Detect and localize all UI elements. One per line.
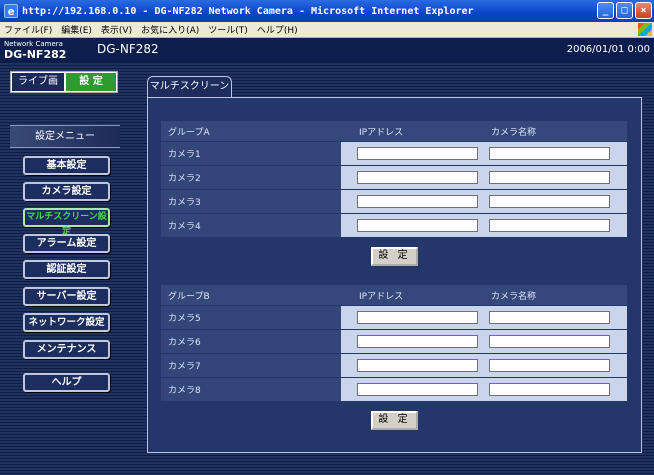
group-b-set-button[interactable]: 設 定 — [371, 411, 418, 430]
ip-address-input[interactable] — [357, 219, 478, 232]
camera-header: Network Camera DG-NF282 DG-NF282 2006/01… — [0, 38, 654, 62]
tab-settings[interactable]: 設 定 — [65, 72, 117, 92]
sidebar-item-multiscreen[interactable]: マルチスクリーン設定 — [23, 208, 110, 237]
tab-multiscreen[interactable]: マルチスクリーン — [147, 76, 232, 98]
menu-favorites[interactable]: お気に入り(A) — [141, 23, 199, 36]
ip-address-input[interactable] — [357, 147, 478, 160]
group-a-set-button[interactable]: 設 定 — [371, 247, 418, 266]
camera-name-input[interactable] — [489, 359, 610, 372]
sidebar-item-server[interactable]: サーバー設定 — [23, 287, 110, 306]
sidebar-item-alarm[interactable]: アラーム設定 — [23, 234, 110, 253]
camera-name-input[interactable] — [489, 335, 610, 348]
ip-address-input[interactable] — [357, 335, 478, 348]
group-b-table: グループB IPアドレス カメラ名称 カメラ5 カメラ6 カメラ7 カメラ8 — [161, 285, 627, 401]
ip-address-input[interactable] — [357, 195, 478, 208]
camera-name-input[interactable] — [489, 219, 610, 232]
camera-label: カメラ5 — [168, 314, 201, 324]
camera-label: カメラ8 — [168, 386, 201, 396]
camera-label: カメラ6 — [168, 338, 201, 348]
menu-help[interactable]: ヘルプ(H) — [257, 23, 298, 36]
table-row: カメラ6 — [161, 330, 627, 353]
group-a-header: グループA IPアドレス カメラ名称 — [161, 121, 627, 141]
menu-bar: ファイル(F) 編集(E) 表示(V) お気に入り(A) ツール(T) ヘルプ(… — [0, 22, 654, 38]
table-row: カメラ5 — [161, 306, 627, 329]
sidebar-item-maintenance[interactable]: メンテナンス — [23, 340, 110, 359]
ip-address-input[interactable] — [357, 171, 478, 184]
model-name: DG-NF282 — [97, 42, 159, 56]
camera-name-column-header: カメラ名称 — [491, 291, 537, 302]
table-row: カメラ8 — [161, 378, 627, 401]
windows-logo-icon — [638, 23, 652, 36]
sidebar-item-camera[interactable]: カメラ設定 — [23, 182, 110, 201]
camera-name-input[interactable] — [489, 147, 610, 160]
ip-address-input[interactable] — [357, 383, 478, 396]
sidebar-item-network[interactable]: ネットワーク設定 — [23, 313, 110, 332]
camera-label: カメラ7 — [168, 362, 201, 372]
datetime: 2006/01/01 0:00 — [566, 44, 650, 55]
minimize-button[interactable]: _ — [597, 2, 614, 19]
camera-label: カメラ3 — [168, 198, 201, 208]
ip-address-input[interactable] — [357, 311, 478, 324]
maximize-button[interactable]: □ — [616, 2, 633, 19]
brand-caption: Network Camera — [4, 40, 63, 48]
menu-tools[interactable]: ツール(T) — [208, 23, 248, 36]
camera-name-input[interactable] — [489, 383, 610, 396]
table-row: カメラ2 — [161, 166, 627, 189]
table-row: カメラ3 — [161, 190, 627, 213]
camera-name-input[interactable] — [489, 195, 610, 208]
group-b-header: グループB IPアドレス カメラ名称 — [161, 285, 627, 305]
group-a-title: グループA — [168, 127, 210, 138]
menu-edit[interactable]: 編集(E) — [61, 23, 92, 36]
menu-view[interactable]: 表示(V) — [101, 23, 132, 36]
group-a-table: グループA IPアドレス カメラ名称 カメラ1 カメラ2 カメラ3 カメラ4 — [161, 121, 627, 237]
ip-column-header: IPアドレス — [359, 127, 404, 138]
ip-address-input[interactable] — [357, 359, 478, 372]
camera-name-input[interactable] — [489, 311, 610, 324]
sidebar-item-auth[interactable]: 認証設定 — [23, 260, 110, 279]
settings-menu-title: 設定メニュー — [10, 125, 120, 148]
brand-model: DG-NF282 — [4, 48, 67, 61]
camera-label: カメラ2 — [168, 174, 201, 184]
group-b-title: グループB — [168, 291, 210, 302]
menu-file[interactable]: ファイル(F) — [4, 23, 52, 36]
mode-tabs: ライブ画 設 定 — [10, 71, 118, 93]
table-row: カメラ7 — [161, 354, 627, 377]
sidebar-item-help[interactable]: ヘルプ — [23, 373, 110, 392]
window-titlebar: e http://192.168.0.10 - DG-NF282 Network… — [0, 0, 654, 22]
close-button[interactable]: × — [635, 2, 652, 19]
camera-label: カメラ1 — [168, 150, 201, 160]
table-row: カメラ1 — [161, 142, 627, 165]
ie-icon: e — [4, 4, 18, 18]
table-row: カメラ4 — [161, 214, 627, 237]
camera-label: カメラ4 — [168, 222, 201, 232]
window-controls: _ □ × — [597, 2, 652, 19]
window-title: http://192.168.0.10 - DG-NF282 Network C… — [22, 5, 474, 17]
ip-column-header: IPアドレス — [359, 291, 404, 302]
sidebar-item-basic[interactable]: 基本設定 — [23, 156, 110, 175]
camera-name-input[interactable] — [489, 171, 610, 184]
tab-live[interactable]: ライブ画 — [11, 72, 65, 92]
camera-name-column-header: カメラ名称 — [491, 127, 537, 138]
